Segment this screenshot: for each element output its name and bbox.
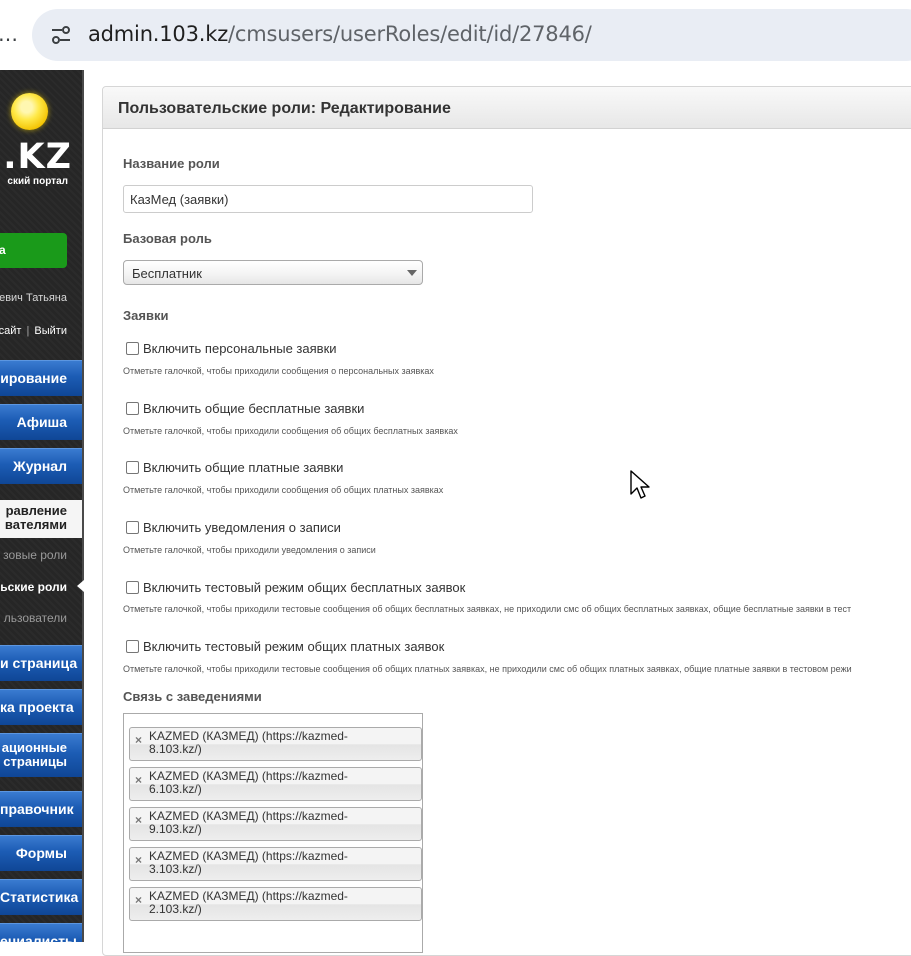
user-links: сайт | Выйти [0,325,67,337]
mouse-cursor-icon [630,470,650,499]
menu-item-info-pages[interactable]: ационные страницы [0,733,82,777]
checkbox-label[interactable]: Включить тестовый режим общих бесплатных… [143,580,465,595]
venues-label: Связь с заведениями [123,689,262,704]
checkbox-label[interactable]: Включить общие бесплатные заявки [143,401,364,416]
checkbox-label[interactable]: Включить уведомления о записи [143,520,341,535]
checkbox[interactable] [126,342,139,355]
checkbox[interactable] [126,640,139,653]
remove-icon[interactable]: × [135,733,142,747]
logout-link[interactable]: Выйти [34,325,67,337]
checkbox-label[interactable]: Включить персональные заявки [143,341,337,356]
role-name-input[interactable] [123,185,533,213]
checkbox-hint: Отметьте галочкой, чтобы приходили тесто… [123,604,852,614]
menu-item-forms[interactable]: Формы [0,835,82,871]
menu-item-specialists[interactable]: ециалисты [0,923,82,942]
active-menu-arrow-icon [77,580,84,592]
chevron-down-icon [407,270,417,276]
site-link[interactable]: сайт [0,325,21,337]
remove-icon[interactable]: × [135,773,142,787]
menu-item-project-settings[interactable]: ка проекта [0,689,82,725]
page-title: Пользовательские роли: Редактирование [118,100,451,117]
venue-chip-label: KAZMED (КАЗМЕД) (https://kazmed-6.103.kz… [149,769,348,796]
menu-item-afisha[interactable]: Афиша [0,404,82,440]
url-host: admin.103.kz [88,22,229,46]
remove-icon[interactable]: × [135,853,142,867]
link-separator: | [26,325,30,337]
checkbox-label[interactable]: Включить тестовый режим общих платных за… [143,639,444,654]
menu-item-info-pages-line1: ационные [1,740,67,755]
venue-chip-label: KAZMED (КАЗМЕД) (https://kazmed-9.103.kz… [149,809,348,836]
sun-logo-icon [11,93,48,130]
menu-section-user-management[interactable]: равление вателями [0,500,82,538]
sub-item-users[interactable]: льзователи [4,611,67,625]
checkbox-label[interactable]: Включить общие платные заявки [143,460,343,475]
address-bar[interactable]: admin.103.kz/cmsusers/userRoles/edit/id/… [32,9,911,61]
base-role-label: Базовая роль [123,231,212,246]
user-name: евич Татьяна [0,292,67,304]
venue-chip: × KAZMED (КАЗМЕД) (https://kazmed-6.103.… [129,767,422,801]
tab-fragment: … [0,22,18,46]
base-role-value: Бесплатник [132,266,202,281]
enter-button[interactable]: а [0,233,67,268]
checkbox-hint: Отметьте галочкой, чтобы приходили уведо… [123,545,376,555]
menu-item-info-pages-line2: страницы [3,754,67,769]
venues-multiselect[interactable]: × KAZMED (КАЗМЕД) (https://kazmed-8.103.… [123,713,423,953]
sub-item-base-roles[interactable]: зовые роли [3,548,67,562]
venue-chip: × KAZMED (КАЗМЕД) (https://kazmed-3.103.… [129,847,422,881]
sub-item-user-roles[interactable]: ьские роли [0,580,67,594]
checkbox[interactable] [126,581,139,594]
site-info-icon[interactable] [44,18,78,52]
venue-chip: × KAZMED (КАЗМЕД) (https://kazmed-8.103.… [129,727,422,761]
menu-item-main-page[interactable]: и страница [0,645,82,681]
panel-header: Пользовательские роли: Редактирование [103,87,911,129]
menu-item-statistics[interactable]: Статистика [0,879,82,915]
checkbox[interactable] [126,521,139,534]
venue-chip: × KAZMED (КАЗМЕД) (https://kazmed-2.103.… [129,887,422,921]
checkbox[interactable] [126,402,139,415]
remove-icon[interactable]: × [135,813,142,827]
checkbox-hint: Отметьте галочкой, чтобы приходили сообщ… [123,485,444,495]
menu-item-directory[interactable]: правочник [0,791,82,827]
requests-label: Заявки [123,308,169,323]
menu-item-journal[interactable]: Журнал [0,448,82,484]
logo-text[interactable]: 3.KZ [0,140,72,175]
venue-chip-label: KAZMED (КАЗМЕД) (https://kazmed-3.103.kz… [149,849,348,876]
logo-subtitle: ский портал [7,176,68,187]
menu-section-line2: вателями [4,517,67,532]
url-text[interactable]: admin.103.kz/cmsusers/userRoles/edit/id/… [88,22,592,46]
remove-icon[interactable]: × [135,893,142,907]
sidebar-edge [82,70,84,942]
venue-chip: × KAZMED (КАЗМЕД) (https://kazmed-9.103.… [129,807,422,841]
venue-chip-label: KAZMED (КАЗМЕД) (https://kazmed-2.103.kz… [149,889,348,916]
checkbox-hint: Отметьте галочкой, чтобы приходили сообщ… [123,366,434,376]
sidebar: 3.KZ ский портал а евич Татьяна сайт | В… [0,70,84,942]
checkbox[interactable] [126,461,139,474]
venue-chip-label: KAZMED (КАЗМЕД) (https://kazmed-8.103.kz… [149,729,348,756]
checkbox-hint: Отметьте галочкой, чтобы приходили сообщ… [123,426,458,436]
browser-toolbar: … admin.103.kz/cmsusers/userRoles/edit/i… [0,0,911,70]
menu-section-line1: равление [5,503,67,518]
checkbox-hint: Отметьте галочкой, чтобы приходили тесто… [123,664,852,674]
menu-item-editing[interactable]: ирование [0,360,82,396]
url-path: /cmsusers/userRoles/edit/id/27846/ [228,22,592,46]
role-name-label: Название роли [123,156,220,171]
base-role-select[interactable]: Бесплатник [123,260,423,285]
